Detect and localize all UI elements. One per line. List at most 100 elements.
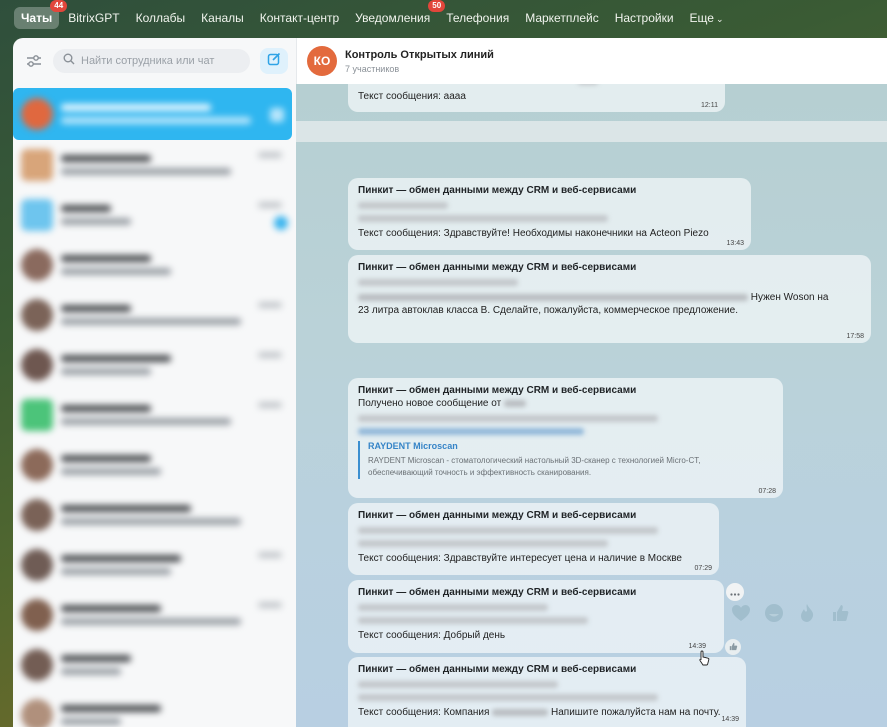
message-text-tail: Нужен Woson на [750, 292, 829, 303]
chat-list-item[interactable] [13, 390, 296, 440]
message-sender: Пинкит — обмен данными между CRM и веб-с… [358, 664, 637, 675]
nav-telephony[interactable]: Телефония [439, 7, 516, 29]
link-preview-desc-line-2: обеспечивающий точность и эффективность … [368, 468, 592, 477]
chat-list-item[interactable] [13, 140, 296, 190]
avatar [21, 499, 53, 531]
chat-list-item[interactable] [13, 640, 296, 690]
message-sender: Пинкит — обмен данными между CRM и веб-с… [358, 385, 637, 396]
list-item-content [61, 98, 282, 130]
new-chat-button[interactable] [260, 48, 288, 74]
message-time: 12:11 [701, 102, 718, 109]
mouse-cursor-icon [698, 650, 710, 671]
message-bubble[interactable]: Пинкит — обмен данными между CRM и веб-с… [348, 657, 746, 727]
chat-list-item[interactable] [13, 490, 296, 540]
chat-list-item[interactable] [13, 540, 296, 590]
message-more-button[interactable] [726, 583, 744, 601]
link-preview-desc-line-1: RAYDENT Microscan - стоматологический на… [368, 456, 701, 465]
sidebar-header [13, 38, 296, 84]
message-text: Получено новое сообщение от [358, 398, 502, 409]
message-bubble[interactable]: Текст сообщения: аааа 12:11 [348, 84, 725, 112]
chat-header-text: Контроль Открытых линий 7 участников [345, 49, 494, 74]
message-sender: Пинкит — обмен данными между CRM и веб-с… [358, 262, 637, 273]
chat-title[interactable]: Контроль Открытых линий [345, 49, 494, 61]
avatar [21, 299, 53, 331]
chat-list-item[interactable] [13, 190, 296, 240]
compose-icon [267, 52, 281, 71]
message-text-suffix: Напишите пожалуйста нам на почту. [551, 707, 721, 718]
list-item-time [258, 352, 282, 358]
message-area: Текст сообщения: аааа 12:11 Пинкит — обм… [296, 84, 887, 727]
message-text: Текст сообщения: Добрый день [358, 630, 506, 641]
reaction-bar [730, 602, 862, 624]
message-bubble[interactable]: Пинкит — обмен данными между CRM и веб-с… [348, 178, 751, 250]
message-time: 07:29 [694, 565, 712, 572]
date-divider [296, 121, 887, 142]
avatar [21, 149, 53, 181]
link-preview-title[interactable]: RAYDENT Microscan [368, 441, 773, 451]
message-time: 14:39 [721, 716, 739, 723]
status-icon [270, 108, 284, 122]
message-bubble[interactable]: Пинкит — обмен данными между CRM и веб-с… [348, 378, 783, 498]
message-sender: Пинкит — обмен данными между CRM и веб-с… [358, 185, 637, 196]
chat-list-item[interactable] [13, 590, 296, 640]
message-time: 14:39 [688, 643, 706, 650]
chat-participants[interactable]: 7 участников [345, 64, 494, 74]
list-item-content [61, 699, 286, 727]
list-item-time [258, 402, 282, 408]
avatar [21, 199, 53, 231]
pin-icon [274, 216, 288, 230]
list-item-content [61, 599, 286, 631]
chat-list-item-selected[interactable] [13, 88, 292, 140]
nav-collabs[interactable]: Коллабы [129, 7, 193, 29]
message-text: Текст сообщения: аааа [358, 91, 466, 102]
avatar [21, 599, 53, 631]
message-text-line-1: Нужен Woson на [358, 292, 861, 303]
chat-list-item[interactable] [13, 290, 296, 340]
avatar [21, 449, 53, 481]
heart-reaction-icon[interactable] [730, 602, 752, 624]
nav-contact-center[interactable]: Контакт-центр [253, 7, 346, 29]
filter-sliders-icon[interactable] [21, 48, 47, 74]
list-item-content [61, 549, 286, 581]
nav-marketplace[interactable]: Маркетплейс [518, 7, 606, 29]
message-bubble[interactable]: Пинкит — обмен данными между CRM и веб-с… [348, 580, 724, 653]
message-bubble[interactable]: Пинкит — обмен данными между CRM и веб-с… [348, 255, 871, 343]
fire-reaction-icon[interactable] [796, 602, 818, 624]
nav-bitrixgpt[interactable]: BitrixGPT [61, 7, 126, 29]
nav-channels[interactable]: Каналы [194, 7, 251, 29]
nav-chats[interactable]: Чаты 44 [14, 0, 68, 29]
nav-settings[interactable]: Настройки [608, 7, 681, 29]
laugh-reaction-icon[interactable] [763, 602, 785, 624]
search-input[interactable] [81, 55, 241, 67]
chat-list-item[interactable] [13, 240, 296, 290]
list-item-content [61, 149, 286, 181]
message-text-prefix: Текст сообщения: Компания [358, 707, 490, 718]
list-item-content [61, 449, 286, 481]
chat-list-item[interactable] [13, 340, 296, 390]
list-item-time [258, 202, 282, 208]
like-button[interactable] [725, 639, 741, 655]
nav-notifications[interactable]: Уведомления 50 [348, 0, 446, 29]
list-item-time [258, 152, 282, 158]
avatar [21, 249, 53, 281]
list-item-content [61, 399, 286, 431]
avatar [21, 549, 53, 581]
search-box[interactable] [53, 49, 250, 73]
chat-avatar[interactable]: КО [307, 46, 337, 76]
nav-more[interactable]: Еще ⌄ [683, 7, 731, 29]
list-item-time [258, 552, 282, 558]
message-text: Текст сообщения: Здравствуйте! Необходим… [358, 228, 709, 239]
chat-list [13, 88, 296, 727]
avatar [21, 349, 53, 381]
avatar [21, 98, 53, 130]
thumbs-reaction-icon[interactable] [829, 602, 851, 624]
list-item-content [61, 649, 286, 681]
chat-list-item[interactable] [13, 440, 296, 490]
link-preview[interactable]: RAYDENT Microscan RAYDENT Microscan - ст… [358, 441, 773, 479]
chat-sidebar [13, 38, 296, 727]
message-bubble[interactable]: Пинкит — обмен данными между CRM и веб-с… [348, 503, 719, 575]
chat-list-item[interactable] [13, 690, 296, 727]
link-preview-description: RAYDENT Microscan - стоматологический на… [368, 455, 773, 479]
list-item-time [258, 302, 282, 308]
message-sender: Пинкит — обмен данными между CRM и веб-с… [358, 510, 637, 521]
